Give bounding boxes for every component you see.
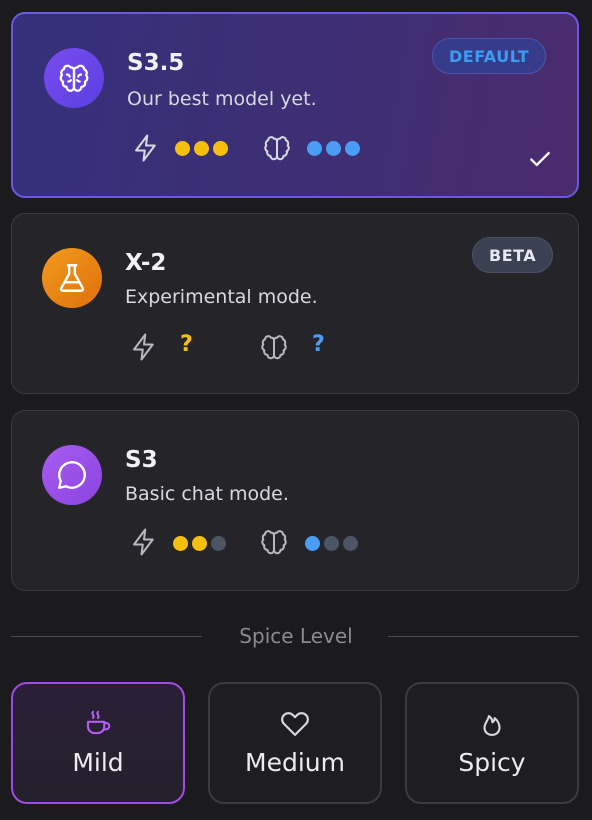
default-badge: DEFAULT (432, 38, 547, 74)
heart-icon (281, 712, 309, 736)
spice-spicy-button[interactable]: Spicy (405, 682, 579, 804)
model-description: Experimental mode. (125, 286, 318, 308)
intelligence-rating-unknown: ? (312, 332, 325, 357)
lightning-icon (133, 333, 154, 361)
model-name: S3 (125, 447, 158, 473)
brain-icon (264, 136, 290, 161)
rating-dot-filled (173, 536, 188, 551)
spice-mild-button[interactable]: Mild (11, 682, 185, 804)
rating-dot-empty (343, 536, 358, 551)
lightning-icon (133, 528, 154, 556)
intelligence-rating (307, 141, 360, 156)
model-description: Our best model yet. (127, 88, 317, 110)
spice-medium-button[interactable]: Medium (208, 682, 382, 804)
lightning-icon (135, 134, 156, 162)
rating-dot-filled (326, 141, 341, 156)
rating-dot-filled (192, 536, 207, 551)
model-name: S3.5 (127, 50, 185, 76)
beta-badge: BETA (472, 237, 554, 273)
divider-right (388, 636, 579, 637)
rating-dot-empty (324, 536, 339, 551)
speed-rating (173, 536, 226, 551)
flask-icon (42, 248, 102, 308)
brain-icon (261, 530, 287, 555)
flame-icon (483, 715, 501, 736)
model-description: Basic chat mode. (125, 483, 289, 505)
rating-dot-filled (307, 141, 322, 156)
brain-icon (261, 335, 287, 360)
intelligence-rating (305, 536, 358, 551)
coffee-cup-icon (86, 710, 111, 735)
rating-dot-filled (194, 141, 209, 156)
speed-rating-unknown: ? (180, 332, 193, 357)
checkmark-icon (530, 151, 550, 167)
model-name: X-2 (125, 250, 167, 276)
model-card-s3-5[interactable]: S3.5 Our best model yet. DEFAULT (11, 12, 579, 198)
model-card-x-2[interactable]: X-2 Experimental mode. BETA ? ? (11, 213, 579, 394)
speed-rating (175, 141, 228, 156)
rating-dot-filled (305, 536, 320, 551)
rating-dot-empty (211, 536, 226, 551)
rating-dot-filled (345, 141, 360, 156)
spice-mild-label: Mild (72, 748, 124, 777)
rating-dot-filled (175, 141, 190, 156)
spice-medium-label: Medium (245, 748, 345, 777)
brain-icon (44, 48, 104, 108)
rating-dot-filled (213, 141, 228, 156)
spice-spicy-label: Spicy (458, 748, 526, 777)
model-card-s3[interactable]: S3 Basic chat mode. (11, 410, 579, 591)
chat-bubble-icon (42, 445, 102, 505)
